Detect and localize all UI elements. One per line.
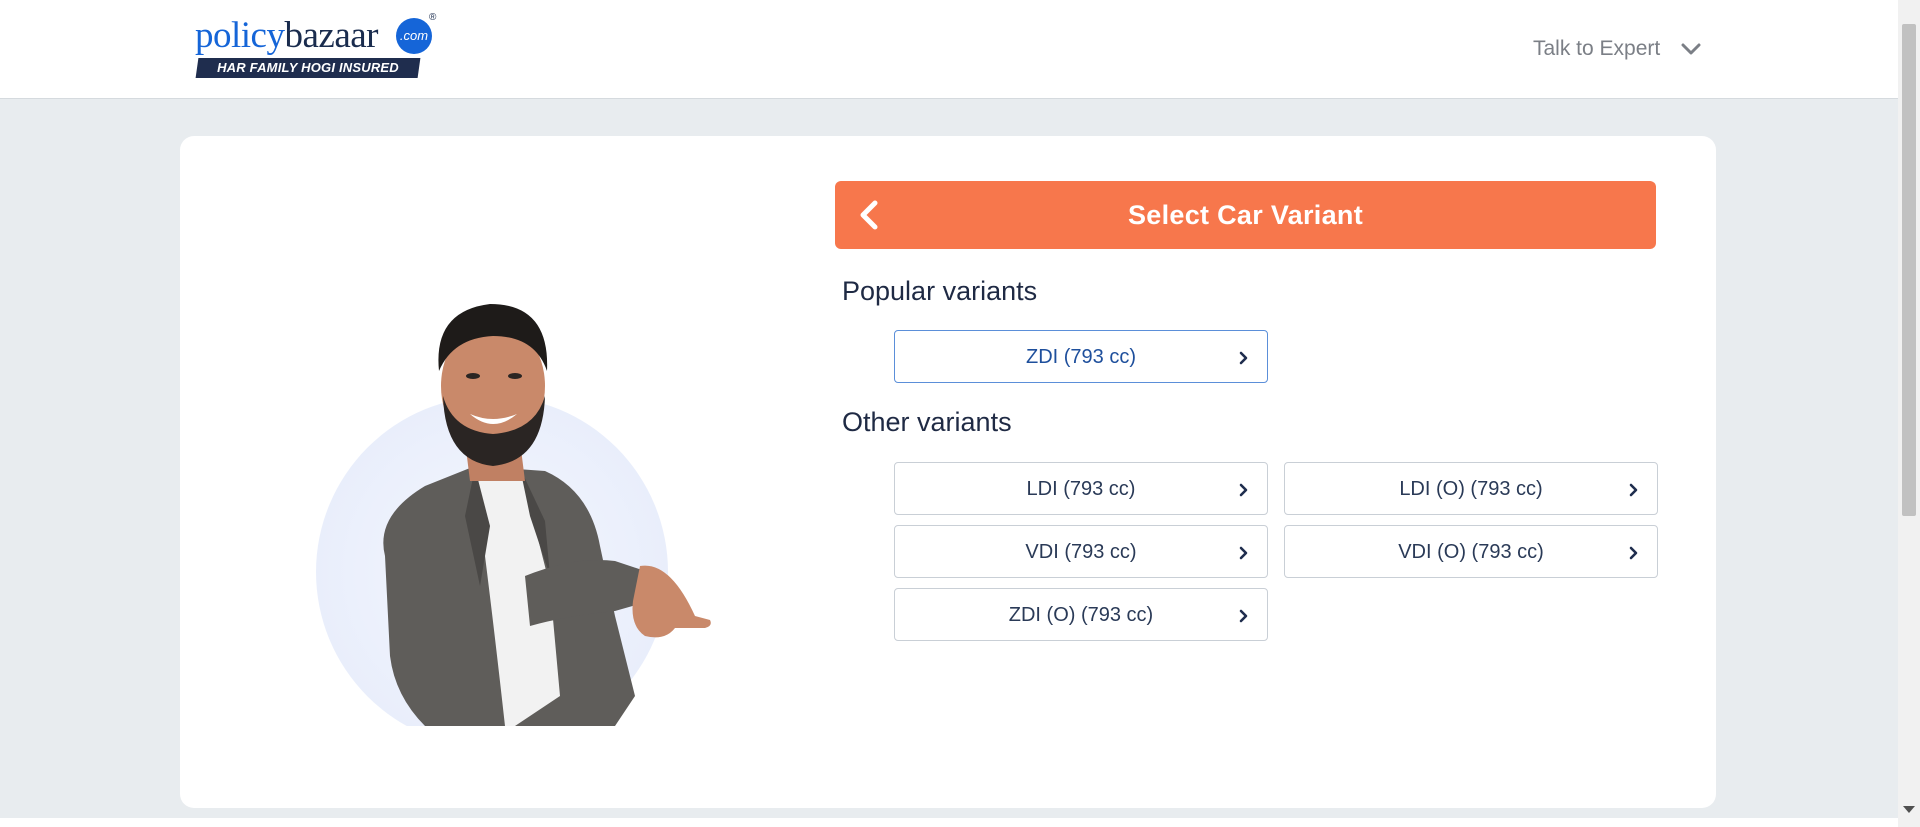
logo-registered-mark: ® xyxy=(429,12,437,23)
top-header: policybazaar .com ® HAR FAMILY HOGI INSU… xyxy=(0,0,1898,99)
chevron-right-icon xyxy=(1239,609,1248,623)
logo-tagline: HAR FAMILY HOGI INSURED xyxy=(217,60,399,75)
talk-to-expert-dropdown[interactable]: Talk to Expert xyxy=(1533,34,1701,64)
page-title: Select Car Variant xyxy=(1127,200,1364,230)
variant-button-vdi-o[interactable]: VDI (O) (793 cc) xyxy=(1284,525,1658,578)
logo-wordmark: policybazaar xyxy=(195,14,378,58)
chevron-right-icon xyxy=(1239,351,1248,365)
variant-title-bar: Select Car Variant xyxy=(835,181,1656,249)
scrollbar-thumb[interactable] xyxy=(1902,24,1916,516)
chevron-right-icon xyxy=(1629,483,1638,497)
logo-policy-text: policy xyxy=(195,15,285,56)
logo-tagline-banner: HAR FAMILY HOGI INSURED xyxy=(195,58,421,78)
variant-label: LDI (O) (793 cc) xyxy=(1399,478,1543,500)
variant-button-zdi-o[interactable]: ZDI (O) (793 cc) xyxy=(894,588,1268,641)
variant-label: LDI (793 cc) xyxy=(1026,478,1136,500)
variant-label: ZDI (O) (793 cc) xyxy=(1008,604,1154,626)
logo-com-badge: .com xyxy=(396,18,432,54)
talk-to-expert-label: Talk to Expert xyxy=(1533,37,1661,60)
popular-variants-heading: Popular variants xyxy=(842,276,1038,306)
scroll-down-arrow-icon[interactable] xyxy=(1903,806,1915,813)
variant-label: ZDI (793 cc) xyxy=(1025,346,1137,368)
variant-label: VDI (793 cc) xyxy=(1025,541,1137,563)
logo-bazaar-text: bazaar xyxy=(284,15,378,56)
spokesperson-illustration xyxy=(316,304,711,726)
variant-button-vdi[interactable]: VDI (793 cc) xyxy=(894,525,1268,578)
variant-button-zdi[interactable]: ZDI (793 cc) xyxy=(894,330,1268,383)
page-bottom-strip xyxy=(0,818,1898,827)
page-scrollbar[interactable] xyxy=(1898,0,1920,827)
variant-button-ldi-o[interactable]: LDI (O) (793 cc) xyxy=(1284,462,1658,515)
policybazaar-logo[interactable]: policybazaar .com ® HAR FAMILY HOGI INSU… xyxy=(195,12,440,82)
other-variants-heading: Other variants xyxy=(842,407,1012,437)
chevron-right-icon xyxy=(1239,483,1248,497)
chevron-down-icon xyxy=(1681,43,1701,55)
chevron-right-icon xyxy=(1629,546,1638,560)
variant-button-ldi[interactable]: LDI (793 cc) xyxy=(894,462,1268,515)
chevron-right-icon xyxy=(1239,546,1248,560)
variant-label: VDI (O) (793 cc) xyxy=(1398,541,1544,563)
